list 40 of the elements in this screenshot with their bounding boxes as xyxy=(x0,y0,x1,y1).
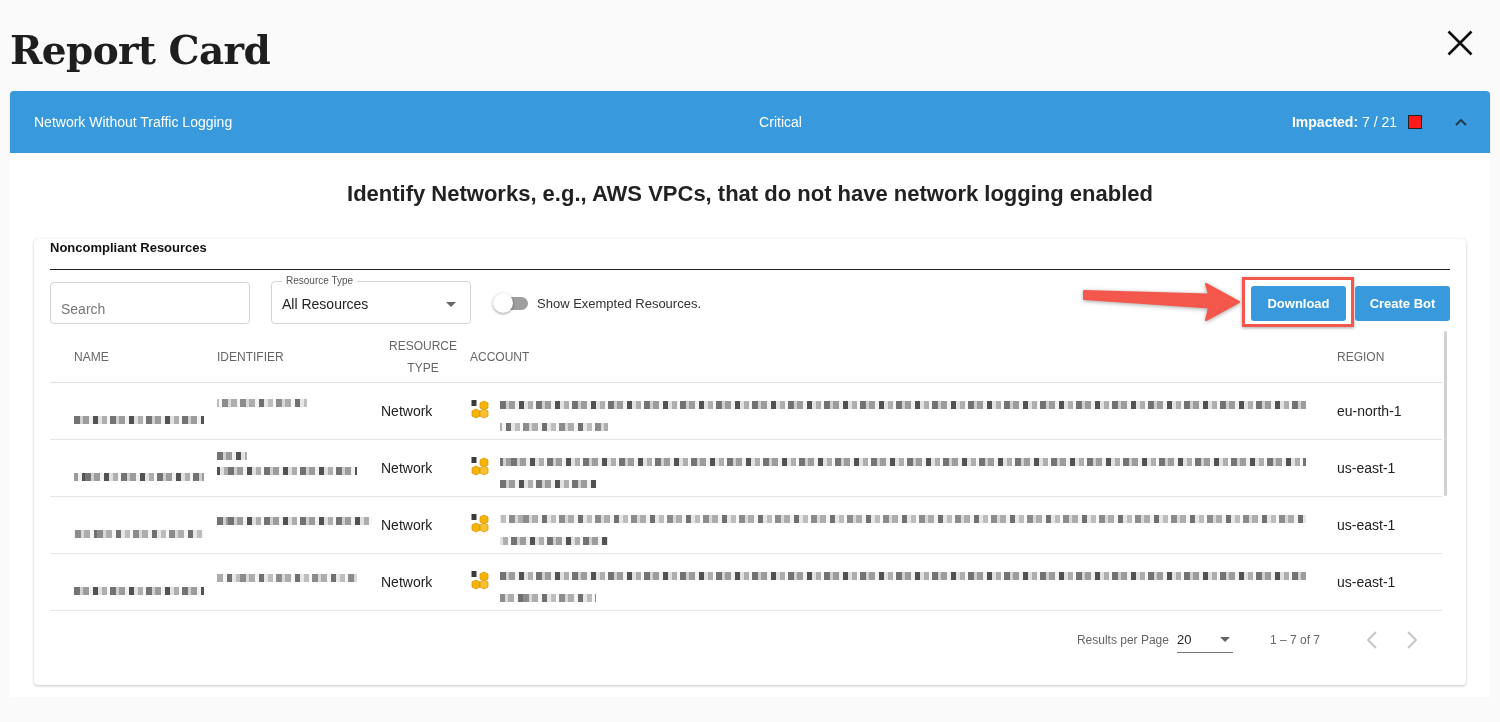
column-header[interactable]: NAME xyxy=(50,331,210,383)
card-title: Noncompliant Resources xyxy=(50,239,208,257)
download-button[interactable]: Download xyxy=(1251,285,1346,321)
create-bot-button[interactable]: Create Bot xyxy=(1355,285,1450,321)
per-page-select[interactable]: 20 xyxy=(1176,627,1233,653)
table-cell: Network xyxy=(372,383,466,440)
issue-header-bar[interactable]: Network Without Traffic Logging Critical Impacted: 7 / 21 xyxy=(10,91,1490,153)
toggle-label: Show Exempted Resources. xyxy=(537,295,702,311)
results-per-page-label: Results per Page xyxy=(1076,633,1169,647)
status-square-icon xyxy=(1408,115,1422,129)
table-cell: eu-north-1 xyxy=(1320,383,1442,440)
column-header[interactable]: RESOURCE TYPE xyxy=(372,331,466,383)
column-header[interactable]: ACCOUNT xyxy=(466,331,1320,383)
chevron-up-icon[interactable] xyxy=(1455,118,1467,126)
toggle-switch[interactable] xyxy=(493,293,529,313)
caret-icon xyxy=(1219,637,1230,642)
severity-label: Critical xyxy=(759,114,802,130)
column-header[interactable]: IDENTIFIER xyxy=(210,331,372,383)
table-cell: us-east-1 xyxy=(1320,554,1442,611)
redacted-text xyxy=(217,452,247,460)
cubes-icon xyxy=(471,399,489,419)
search-field[interactable]: Search xyxy=(50,282,250,324)
table-cell: us-east-1 xyxy=(1320,440,1442,497)
resource-type-select[interactable]: Resource Type All Resources xyxy=(271,276,471,324)
page-range: 1 – 7 of 7 xyxy=(1269,633,1320,647)
table-cell: us-east-1 xyxy=(1320,497,1442,554)
table-cell: Network xyxy=(372,497,466,554)
column-header[interactable]: REGION xyxy=(1320,331,1442,383)
close-icon[interactable] xyxy=(1447,30,1473,56)
cubes-icon xyxy=(471,513,489,533)
caret-icon xyxy=(446,302,456,307)
issue-description: Identify Networks, e.g., AWS VPCs, that do not have network logging enabled xyxy=(346,180,1154,208)
scrollbar-thumb[interactable] xyxy=(1444,331,1447,496)
cubes-icon xyxy=(471,456,489,476)
issue-name: Network Without Traffic Logging xyxy=(34,114,234,130)
table-cell: Network xyxy=(372,554,466,611)
cubes-icon xyxy=(471,570,489,590)
impacted-count: Impacted: 7 / 21 xyxy=(1291,114,1397,130)
table-cell: Network xyxy=(372,440,466,497)
page-title: Report Card xyxy=(10,26,271,74)
